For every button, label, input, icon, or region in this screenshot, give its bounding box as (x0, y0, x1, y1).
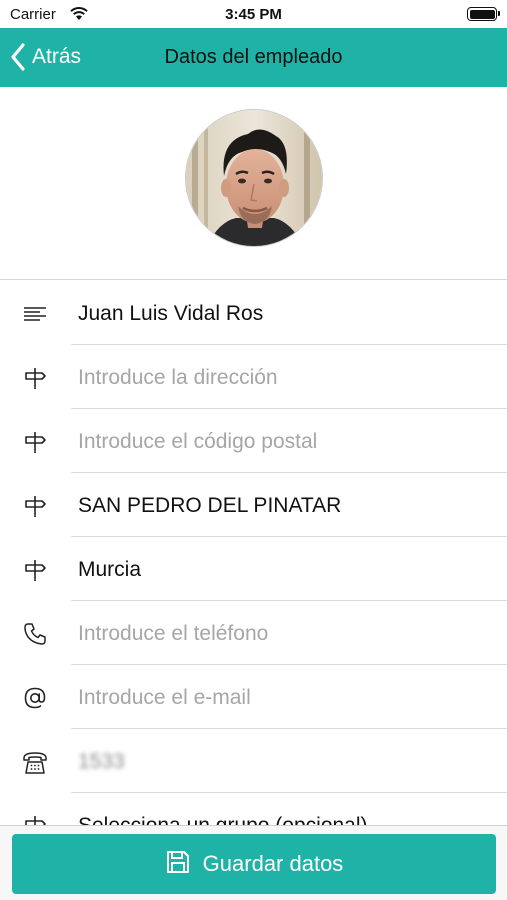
save-button[interactable]: Guardar datos (12, 834, 496, 894)
desk-phone-icon (22, 749, 48, 775)
status-time: 3:45 PM (225, 6, 282, 23)
navigation-bar: Atrás Datos del empleado (0, 28, 507, 87)
text-lines-icon (22, 301, 48, 327)
signpost-icon (22, 429, 48, 455)
province-field[interactable]: Murcia (0, 537, 507, 601)
floppy-disk-icon (165, 849, 191, 880)
address-field[interactable]: Introduce la dirección (0, 345, 507, 409)
status-bar: Carrier 3:45 PM (0, 0, 507, 28)
employee-form: Juan Luis Vidal Ros Introduce la direcci… (0, 281, 507, 825)
postal-code-field[interactable]: Introduce el código postal (0, 409, 507, 473)
name-value: Juan Luis Vidal Ros (78, 302, 264, 325)
bottom-bar: Guardar datos (0, 825, 507, 900)
signpost-icon (22, 813, 48, 825)
province-value: Murcia (78, 558, 142, 581)
email-field[interactable]: Introduce el e-mail (0, 665, 507, 729)
avatar-section (0, 87, 507, 280)
signpost-icon (22, 493, 48, 519)
email-placeholder: Introduce el e-mail (78, 686, 251, 709)
city-value: SAN PEDRO DEL PINATAR (78, 494, 342, 517)
page-title: Datos del empleado (164, 46, 343, 68)
name-field[interactable]: Juan Luis Vidal Ros (0, 281, 507, 345)
employee-avatar[interactable] (185, 109, 323, 247)
phone-field[interactable]: Introduce el teléfono (0, 601, 507, 665)
group-placeholder: Selecciona un grupo (opcional) (78, 813, 368, 825)
save-label: Guardar datos (202, 851, 344, 876)
extension-value: 1533 (78, 750, 125, 773)
address-placeholder: Introduce la dirección (78, 366, 278, 389)
group-selector[interactable]: Selecciona un grupo (opcional) (0, 793, 507, 825)
phone-placeholder: Introduce el teléfono (78, 622, 269, 645)
signpost-icon (22, 557, 48, 583)
phone-icon (22, 621, 48, 647)
signpost-icon (22, 365, 48, 391)
extension-field[interactable]: 1533 (0, 729, 507, 793)
battery-icon (467, 7, 500, 21)
postal-code-placeholder: Introduce el código postal (78, 430, 318, 453)
at-sign-icon (22, 685, 48, 711)
city-field[interactable]: SAN PEDRO DEL PINATAR (0, 473, 507, 537)
